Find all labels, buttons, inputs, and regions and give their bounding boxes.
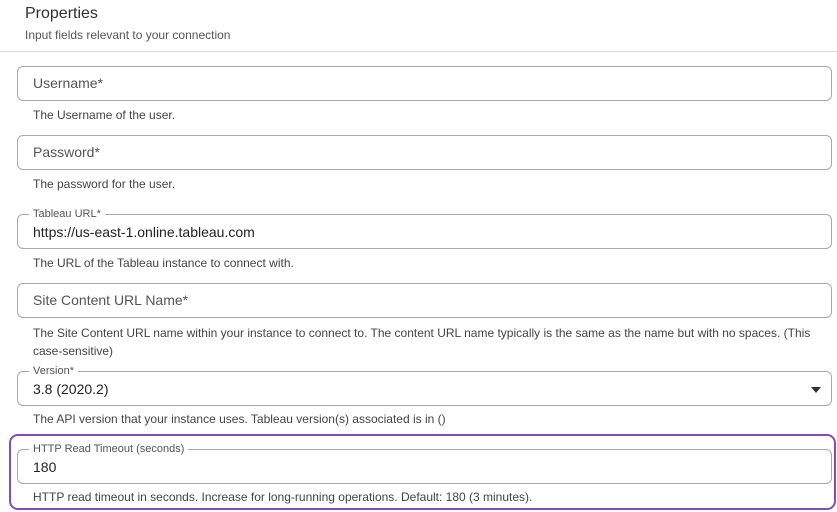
http-read-timeout-help: HTTP read timeout in seconds. Increase f… [33, 490, 533, 504]
tableau-url-value: https://us-east-1.online.tableau.com [33, 224, 255, 240]
tableau-url-label: Tableau URL* [29, 208, 105, 220]
page-title: Properties [25, 5, 98, 22]
page-subtitle: Input fields relevant to your connection [25, 28, 231, 42]
password-placeholder: Password* [33, 144, 100, 160]
version-select[interactable]: Version* 3.8 (2020.2) [17, 365, 832, 406]
tableau-url-help: The URL of the Tableau instance to conne… [33, 256, 294, 270]
http-read-timeout-value: 180 [33, 459, 57, 475]
password-field[interactable]: Password* [17, 135, 832, 170]
username-help: The Username of the user. [33, 108, 176, 122]
version-label: Version* [29, 365, 78, 377]
tableau-url-field[interactable]: Tableau URL* https://us-east-1.online.ta… [17, 208, 832, 249]
header-divider [0, 51, 837, 52]
site-content-url-help: The Site Content URL name within your in… [33, 326, 811, 358]
username-field[interactable]: Username* [17, 66, 832, 101]
password-help: The password for the user. [33, 177, 176, 191]
properties-header: Properties Input fields relevant to your… [25, 4, 230, 43]
version-selected-value: 3.8 (2020.2) [33, 381, 109, 397]
username-placeholder: Username* [33, 75, 104, 91]
version-help: The API version that your instance uses.… [33, 412, 446, 426]
site-content-url-placeholder: Site Content URL Name* [33, 292, 189, 308]
site-content-url-field[interactable]: Site Content URL Name* [17, 283, 832, 318]
http-read-timeout-field[interactable]: HTTP Read Timeout (seconds) 180 [17, 443, 832, 484]
chevron-down-icon[interactable] [811, 387, 821, 393]
http-read-timeout-label: HTTP Read Timeout (seconds) [29, 443, 189, 455]
